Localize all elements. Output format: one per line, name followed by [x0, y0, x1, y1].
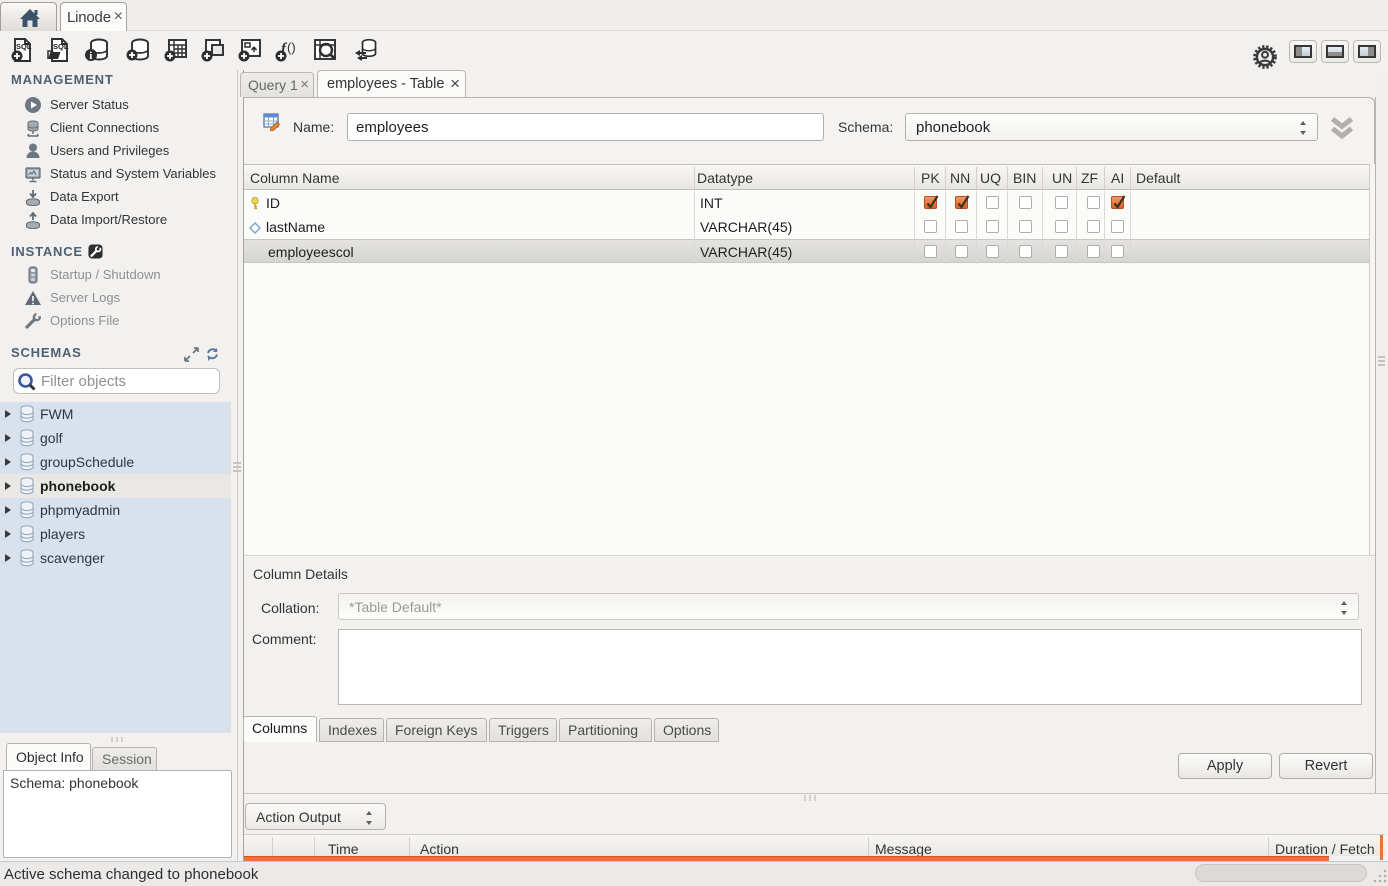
svg-text:(): ()	[287, 40, 296, 55]
svg-text:SQL: SQL	[53, 42, 69, 51]
svg-text:SQL: SQL	[16, 42, 32, 51]
svg-text:i: i	[89, 50, 92, 62]
